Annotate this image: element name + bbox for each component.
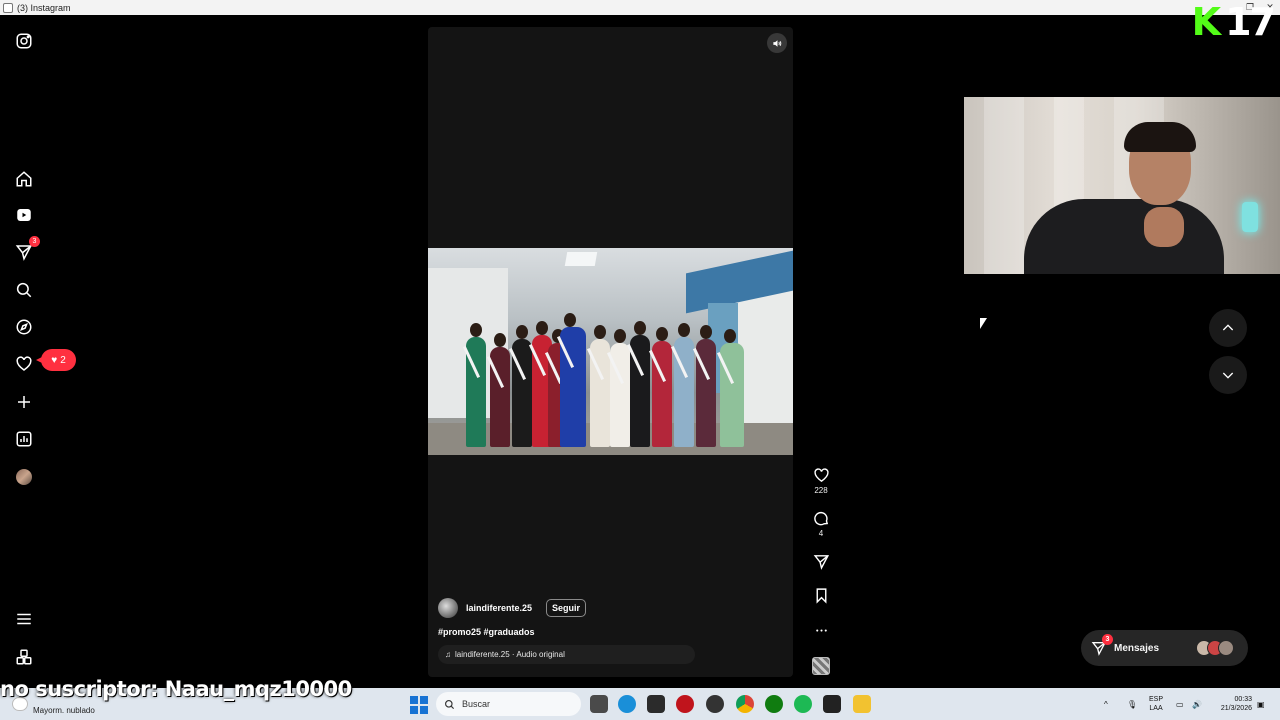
window-titlebar: (3) Instagram ❐ ✕	[0, 0, 1280, 15]
kick-logo-icon: K	[1191, 0, 1222, 44]
tray-chevron-up-icon[interactable]: ^	[1104, 688, 1108, 720]
messages-label: Mensajes	[1114, 642, 1160, 654]
avatar	[16, 469, 32, 485]
dashboard-icon[interactable]	[14, 429, 34, 449]
weather-text[interactable]: Mayorm. nublado	[33, 706, 95, 715]
notifications-count: 2	[60, 354, 66, 366]
notification-center-icon[interactable]: ▣	[1257, 688, 1265, 720]
audio-thumbnail[interactable]	[812, 657, 830, 675]
audio-label: laindiferente.25 · Audio original	[455, 650, 565, 659]
app-icon[interactable]	[706, 695, 724, 713]
speaker-icon	[772, 39, 781, 47]
heart-icon: ♥	[51, 354, 58, 366]
direct-messages-icon[interactable]: 3	[14, 236, 40, 262]
reel-caption[interactable]: #promo25 #graduados	[438, 627, 758, 637]
messages-badge: 3	[1102, 634, 1113, 645]
author-avatar[interactable]	[438, 598, 458, 618]
reels-icon[interactable]	[14, 205, 34, 225]
comment-action[interactable]: 4	[810, 510, 832, 538]
subscriber-ticker: no suscriptor: Naau_mqz10000	[0, 677, 352, 701]
share-action[interactable]	[810, 553, 832, 570]
avatar	[1218, 640, 1234, 656]
app-icon[interactable]	[647, 695, 665, 713]
more-options-action[interactable]	[810, 622, 832, 639]
system-clock[interactable]: 00:33 21/3/2026	[1210, 695, 1252, 713]
file-explorer-icon[interactable]	[853, 695, 871, 713]
edge-icon[interactable]	[618, 695, 636, 713]
sidebar: 3	[0, 15, 48, 687]
app-icon	[3, 2, 13, 13]
task-view-icon[interactable]	[590, 695, 608, 713]
share-icon	[813, 555, 829, 570]
explore-icon[interactable]	[14, 317, 34, 337]
spotify-icon[interactable]	[794, 695, 812, 713]
also-from-meta-icon[interactable]	[14, 647, 34, 667]
reel-video-frame[interactable]	[428, 248, 793, 455]
bookmark-icon	[816, 588, 826, 604]
language-indicator[interactable]: ESP LAA	[1149, 695, 1163, 713]
notifications-pill[interactable]: ♥ 2	[36, 349, 76, 371]
direct-badge: 3	[29, 236, 40, 247]
chevron-down-icon	[1222, 372, 1234, 379]
like-count: 228	[814, 486, 828, 495]
app-icon[interactable]	[823, 695, 841, 713]
follow-button[interactable]: Seguir	[546, 599, 587, 617]
notifications-heart-icon[interactable]	[14, 354, 34, 374]
audio-link[interactable]: ♫ laindiferente.25 · Audio original	[438, 645, 695, 664]
reel-meta: laindiferente.25 Seguir #promo25 #gradua…	[438, 597, 758, 664]
chrome-icon[interactable]	[736, 695, 754, 713]
mouse-cursor	[980, 318, 987, 329]
like-action[interactable]: 228	[810, 467, 832, 495]
volume-icon[interactable]: 🔊	[1192, 688, 1202, 720]
sound-toggle-button[interactable]	[767, 33, 787, 53]
menu-icon[interactable]	[14, 609, 34, 629]
network-icon[interactable]: ▭	[1176, 688, 1184, 720]
like-heart-icon	[813, 468, 829, 483]
taskbar-search[interactable]: Buscar	[436, 692, 581, 716]
search-placeholder: Buscar	[462, 699, 491, 709]
microphone-icon[interactable]: 🎙	[1127, 688, 1137, 720]
next-reel-button[interactable]	[1209, 356, 1247, 394]
author-row: laindiferente.25 Seguir	[438, 597, 758, 619]
messages-button[interactable]: 3 Mensajes	[1081, 630, 1248, 666]
author-username[interactable]: laindiferente.25	[466, 603, 532, 613]
reel-player[interactable]: laindiferente.25 Seguir #promo25 #gradua…	[428, 27, 793, 677]
comment-icon	[813, 511, 828, 526]
messages-icon: 3	[1091, 634, 1113, 656]
messages-avatars	[1196, 640, 1234, 656]
profile-avatar[interactable]	[14, 467, 34, 487]
music-note-icon: ♫	[445, 650, 451, 659]
clock-date: 21/3/2026	[1220, 705, 1252, 712]
comment-count: 4	[818, 529, 824, 538]
brand-number: 17	[1225, 0, 1276, 44]
webcam-overlay	[964, 97, 1280, 274]
start-button[interactable]	[410, 696, 428, 714]
clock-time: 00:33	[1234, 696, 1252, 703]
save-action[interactable]	[810, 587, 832, 604]
stream-brand-logo: K 17	[1191, 0, 1276, 44]
xbox-icon[interactable]	[765, 695, 783, 713]
search-icon[interactable]	[14, 280, 34, 300]
app-icon[interactable]	[676, 695, 694, 713]
previous-reel-button[interactable]	[1209, 309, 1247, 347]
more-dots-icon	[815, 629, 827, 632]
chevron-up-icon	[1222, 324, 1234, 331]
window-title: (3) Instagram	[17, 2, 71, 13]
search-icon	[445, 699, 455, 709]
language-code: ESP	[1149, 696, 1164, 703]
instagram-logo-icon[interactable]	[14, 31, 34, 51]
create-plus-icon[interactable]	[14, 392, 34, 412]
home-icon[interactable]	[14, 169, 34, 189]
language-layout: LAA	[1149, 705, 1163, 712]
